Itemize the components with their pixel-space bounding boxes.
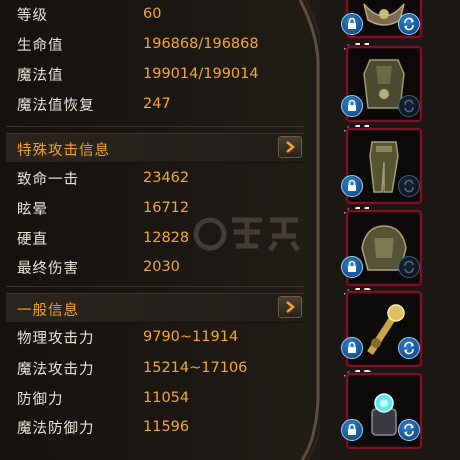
special-attack-header: 特殊攻击信息 <box>6 133 304 163</box>
section-divider <box>6 286 304 287</box>
watermark-logo <box>193 217 300 252</box>
stat-value: 2030 <box>143 259 180 275</box>
stat-value: 23462 <box>143 170 190 186</box>
stat-label: 魔法值恢复 <box>17 97 95 114</box>
stat-label: 硬直 <box>17 231 48 248</box>
lock-icon[interactable] <box>341 175 363 197</box>
stat-value: 60 <box>143 6 162 22</box>
swap-icon[interactable] <box>398 13 420 35</box>
stat-row-magic-attack: 魔法攻击力 15214~17106 <box>0 354 300 382</box>
stat-label: 最终伤害 <box>17 260 79 277</box>
stat-label: 魔法值 <box>17 67 64 84</box>
swap-icon[interactable] <box>398 337 420 359</box>
stat-row-critical: 致命一击 23462 <box>0 164 300 192</box>
stat-row-mp-regen: 魔法值恢复 247 <box>0 90 300 118</box>
stat-label: 魔法防御力 <box>17 420 95 437</box>
stat-value: 196868/196868 <box>143 36 259 52</box>
stat-row-magic-defense: 魔法防御力 11596 <box>0 413 300 441</box>
stat-value: 11596 <box>143 419 190 435</box>
stat-row-mp: 魔法值 199014/199014 <box>0 60 300 88</box>
stat-row-level: 等级 60 <box>0 0 300 28</box>
stat-value: 11054 <box>143 390 190 406</box>
stat-row-defense: 防御力 11054 <box>0 384 300 412</box>
stat-row-hp: 生命值 196868/196868 <box>0 30 300 58</box>
character-stats-panel: 等级 60 生命值 196868/196868 魔法值 199014/19901… <box>0 0 310 460</box>
lock-icon[interactable] <box>341 419 363 441</box>
lock-icon[interactable] <box>341 337 363 359</box>
stat-label: 魔法攻击力 <box>17 361 95 378</box>
general-info-header: 一般信息 <box>6 293 304 323</box>
lock-icon[interactable] <box>341 256 363 278</box>
stat-value: 15214~17106 <box>143 360 248 376</box>
section-divider <box>6 126 304 127</box>
stat-label: 致命一击 <box>17 171 79 188</box>
stat-value: 199014/199014 <box>143 66 259 82</box>
stat-label: 物理攻击力 <box>17 330 95 347</box>
swap-icon[interactable] <box>398 419 420 441</box>
section-title: 特殊攻击信息 <box>17 143 110 159</box>
stat-value: 12828 <box>143 230 190 246</box>
stat-row-final-damage: 最终伤害 2030 <box>0 253 300 281</box>
chevron-right-icon <box>286 141 295 153</box>
section-title: 一般信息 <box>17 303 79 319</box>
stat-label: 防御力 <box>17 391 64 408</box>
swap-icon[interactable] <box>398 175 420 197</box>
chevron-right-icon <box>286 301 295 313</box>
stat-value: 16712 <box>143 200 190 216</box>
swap-icon[interactable] <box>398 95 420 117</box>
stat-label: 等级 <box>17 7 48 24</box>
lock-icon[interactable] <box>341 13 363 35</box>
stat-label: 眩晕 <box>17 201 48 218</box>
lock-icon[interactable] <box>341 95 363 117</box>
swap-icon[interactable] <box>398 256 420 278</box>
stat-value: 9790~11914 <box>143 329 239 345</box>
stat-value: 247 <box>143 96 171 112</box>
stat-label: 生命值 <box>17 37 64 54</box>
stat-row-physical-attack: 物理攻击力 9790~11914 <box>0 323 300 351</box>
